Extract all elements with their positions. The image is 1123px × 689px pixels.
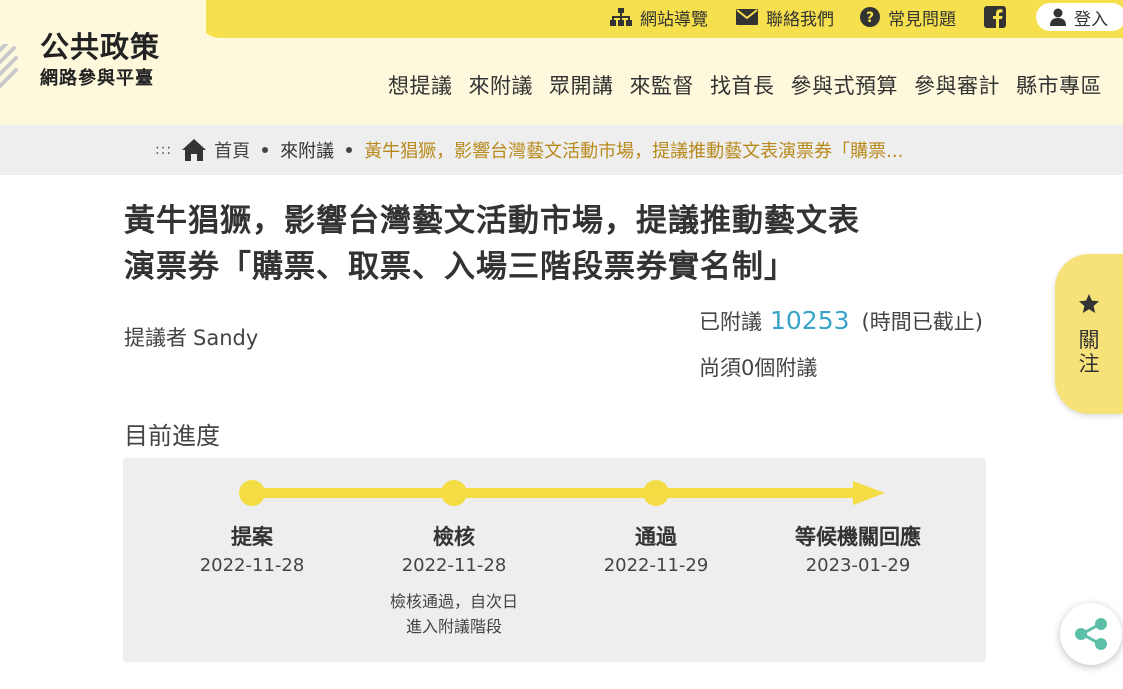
step-date-proposal: 2022-11-28 (199, 555, 305, 576)
proposer-label: 提議者 (124, 326, 187, 350)
step-dot-passed (643, 480, 669, 506)
breadcrumb-current: 黃牛猖獗，影響台灣藝文活動市場，提議推動藝文表演票券「購票... (364, 141, 904, 162)
step-label-review: 檢核 (433, 525, 475, 549)
logo-title: 公共政策 (40, 30, 161, 64)
progress-track (250, 488, 855, 498)
breadcrumb-separator (346, 147, 353, 153)
nav-participatory-audit[interactable]: 參與審計 (914, 70, 1000, 100)
breadcrumb-home[interactable]: 首頁 (182, 137, 250, 163)
step-label-proposal: 提案 (231, 525, 273, 549)
sitemap-icon (610, 8, 632, 26)
step-dot-proposal (239, 480, 265, 506)
nav-mayors[interactable]: 找首長 (710, 70, 775, 100)
logo-stripes-icon (0, 44, 18, 88)
nav-participatory-budget[interactable]: 參與式預算 (791, 70, 899, 100)
proposal-title: 黃牛猖獗，影響台灣藝文活動市場，提議推動藝文表 演票券「購票、取票、入場三階段票… (124, 198, 954, 290)
step-date-awaiting-response: 2023-01-29 (805, 555, 911, 576)
mail-icon (736, 9, 758, 25)
step-date-review: 2022-11-28 (401, 555, 507, 576)
site-header: 公共政策 網路參與平臺 網站導覽 聯絡我們 ? 常見問題 登入 想提議 來附議 … (0, 0, 1123, 125)
nav-county-zone[interactable]: 縣市專區 (1016, 70, 1102, 100)
proposer-name: Sandy (193, 326, 259, 350)
breadcrumb: ::: 首頁 來附議 黃牛猖獗，影響台灣藝文活動市場，提議推動藝文表演票券「購票… (0, 125, 1123, 175)
follow-label-line1: 關 (1078, 328, 1100, 352)
sitemap-link[interactable]: 網站導覽 (610, 5, 708, 30)
nav-discuss[interactable]: 眾開講 (549, 70, 614, 100)
breadcrumb-separator (262, 147, 269, 153)
follow-button[interactable]: 關 注 (1055, 254, 1123, 414)
progress-arrow-icon (853, 481, 885, 505)
share-button[interactable] (1060, 603, 1122, 665)
step-label-passed: 通過 (635, 525, 677, 549)
login-label: 登入 (1074, 9, 1108, 30)
question-icon: ? (860, 7, 880, 27)
home-icon (182, 139, 207, 161)
facebook-link[interactable] (984, 5, 1014, 29)
follow-label-line2: 注 (1078, 352, 1100, 376)
top-utility-bar: 網站導覽 聯絡我們 ? 常見問題 (198, 0, 1123, 38)
topbar-edge (190, 0, 206, 38)
seconded-label: 已附議 (699, 310, 762, 334)
user-icon (1050, 8, 1066, 26)
nav-monitor[interactable]: 來監督 (630, 70, 695, 100)
main-nav: 想提議 來附議 眾開講 來監督 找首長 參與式預算 參與審計 縣市專區 (388, 70, 1118, 100)
step-label-awaiting-response: 等候機關回應 (795, 525, 921, 549)
deadline-status: (時間已截止) (861, 310, 983, 334)
step-note-review-line2: 進入附議階段 (405, 617, 502, 636)
accesskey-marker[interactable]: ::: (155, 142, 172, 158)
seconded-count: 10253 (770, 306, 850, 335)
share-icon (1075, 618, 1107, 650)
site-logo[interactable]: 公共政策 網路參與平臺 (0, 0, 210, 125)
proposal-title-line2: 演票券「購票、取票、入場三階段票券實名制」 (124, 249, 796, 285)
nav-second[interactable]: 來附議 (469, 70, 534, 100)
breadcrumb-parent[interactable]: 來附議 (280, 137, 334, 163)
contact-link[interactable]: 聯絡我們 (736, 5, 834, 30)
step-date-passed: 2022-11-29 (603, 555, 709, 576)
star-icon (1079, 294, 1099, 313)
faq-link[interactable]: ? 常見問題 (860, 5, 956, 30)
login-button[interactable]: 登入 (1036, 3, 1123, 31)
contact-label: 聯絡我們 (766, 9, 834, 30)
facebook-icon (984, 6, 1006, 28)
nav-propose[interactable]: 想提議 (388, 70, 453, 100)
progress-heading: 目前進度 (124, 422, 220, 450)
step-dot-review (441, 480, 467, 506)
follow-label: 關 注 (1055, 328, 1123, 376)
breadcrumb-home-label: 首頁 (214, 141, 251, 162)
faq-label: 常見問題 (888, 9, 956, 30)
seconded-stats: 已附議 10253 (時間已截止) (699, 306, 983, 336)
svg-text:?: ? (866, 10, 874, 26)
sitemap-label: 網站導覽 (640, 9, 708, 30)
proposer-info: 提議者 Sandy (124, 322, 258, 352)
logo-subtitle: 網路參與平臺 (40, 68, 154, 89)
remaining-needed: 尚須0個附議 (699, 356, 818, 380)
step-note-review: 檢核通過，自次日 進入附議階段 (354, 589, 554, 639)
step-note-review-line1: 檢核通過，自次日 (389, 592, 518, 611)
proposal-title-line1: 黃牛猖獗，影響台灣藝文活動市場，提議推動藝文表 (124, 203, 860, 239)
